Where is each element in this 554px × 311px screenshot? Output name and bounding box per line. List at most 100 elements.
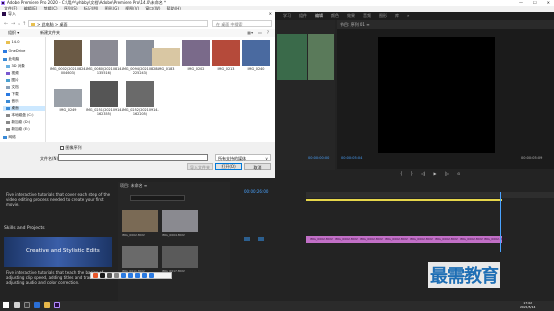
nav-item-network[interactable]: 网络 [3,135,16,140]
forward-arrow-icon[interactable]: → [11,21,15,27]
cancel-button[interactable]: 取消 [244,163,271,170]
play-icon[interactable]: ▶ [434,171,437,177]
task-view-icon[interactable] [24,302,30,308]
clip-label[interactable]: IMG_0002.MOV [435,237,458,241]
project-item-thumb[interactable] [162,210,198,232]
nav-item-label: 本地磁盘 (C:) [11,113,34,117]
windows-start-icon[interactable] [3,302,9,308]
playhead[interactable] [500,192,501,252]
clip-label[interactable]: IMG_0002.MOV [460,237,483,241]
file-item[interactable]: IMG_0251(20210914-162355) [86,81,123,116]
nav-item-3d-objects[interactable]: 3D 对象 [6,64,25,69]
image-sequence-checkbox[interactable]: 图像序列 [60,145,82,151]
skin-icon[interactable] [135,273,140,278]
search-input[interactable]: 在 桌面 中搜索 [212,20,272,27]
filename-field[interactable] [58,154,208,161]
sogou-icon[interactable] [93,273,98,278]
mark-out-icon[interactable]: } [411,171,414,177]
toolbox-icon[interactable] [142,273,147,278]
import-folder-button[interactable]: 导入文件夹 [187,163,213,170]
clip-label[interactable]: IMG_0002.MOV [484,237,507,241]
timeline-timecode[interactable]: 00:00:26:00 [244,189,268,194]
workspace-more[interactable]: » [407,12,409,20]
filetype-select[interactable]: 所有支持的媒体 ∨ [215,154,271,161]
workspace-learn[interactable]: 学习 [283,12,291,20]
skills-card-title: Creative and Stylistic Edits [26,248,100,254]
organize-button[interactable]: 组织 ▾ [8,29,19,37]
system-clock[interactable]: 17:02 2021/5/14 [520,301,535,309]
file-item[interactable]: IMG_0240 [238,40,274,71]
project-item-thumb[interactable] [122,246,158,268]
open-button[interactable]: 打开(O) [215,163,242,170]
workspace-effects[interactable]: 效果 [347,12,355,20]
track-target-v1[interactable] [244,237,250,241]
workspace-assembly[interactable]: 组件 [299,12,307,20]
workspace-editing[interactable]: 编辑 [315,12,323,20]
nav-item-pictures[interactable]: 图片 [6,78,19,83]
clip-label[interactable]: IMG_0002.MOV [335,237,358,241]
search-icon[interactable] [14,302,20,308]
file-explorer-icon[interactable] [44,302,50,308]
workspace-libraries[interactable]: 库 [395,12,399,20]
chevron-down-icon[interactable]: ∨ [18,22,20,26]
keyboard-icon[interactable] [128,273,133,278]
help-icon[interactable]: ? [267,29,269,37]
file-item[interactable]: IMG_0002(20210824-004603) [50,40,87,75]
workspace-audio[interactable]: 音频 [363,12,371,20]
premiere-taskbar-icon[interactable] [54,302,60,308]
file-item[interactable]: IMG_0252(20210914-162205) [122,81,159,116]
project-tab[interactable]: 项目: 未命名 ≡ [120,183,147,189]
back-arrow-icon[interactable]: ← [4,21,8,27]
nav-item-downloads[interactable]: 下载 [6,92,19,97]
track-sync-v1[interactable] [258,237,264,241]
emoji-icon[interactable] [114,273,119,278]
punctuation-icon[interactable] [107,273,112,278]
source-preview [277,34,307,80]
program-monitor-header[interactable]: 节目: 序列 01 ≡ [337,20,554,29]
nav-item-drive-e[interactable]: 新加卷 (E:) [6,127,30,132]
edge-icon[interactable] [34,302,40,308]
nav-item-label: 下载 [11,92,19,96]
file-item[interactable]: IMG_0080(20210814-135516) [86,40,123,75]
project-search-input[interactable] [130,195,185,201]
address-path[interactable]: > 此电脑 > 桌面 [28,20,208,27]
chinese-mode-icon[interactable] [100,273,105,278]
view-options-icon[interactable]: ▦▾ [247,29,253,37]
program-timecode[interactable]: 00:00:05:04 [341,156,362,160]
project-item-thumb[interactable] [122,210,158,232]
nav-item-this-pc[interactable]: 此电脑 [3,57,19,62]
work-area-bar[interactable] [306,199,502,201]
clip-label[interactable]: IMG_0002.MOV [360,237,383,241]
filename-label: 文件名(N): [40,156,60,161]
workspace-color[interactable]: 颜色 [331,12,339,20]
clip-label[interactable]: IMG_0002.MOV [410,237,433,241]
new-folder-button[interactable]: 新建文件夹 [40,29,60,37]
camera-icon[interactable]: ⊙ [457,171,460,177]
file-thumbnail [212,40,240,66]
up-arrow-icon[interactable]: ↑ [22,21,26,27]
premiere-logo-icon [1,1,5,5]
nav-item-documents[interactable]: 文档 [6,85,19,90]
nav-item-drive-c[interactable]: 本地磁盘 (C:) [6,113,34,118]
nav-item-videos[interactable]: 视频 [6,71,19,76]
project-item-thumb[interactable] [162,246,198,268]
mic-icon[interactable] [121,273,126,278]
timeline-ruler[interactable] [306,192,554,198]
grid-icon[interactable] [149,273,154,278]
clip-label[interactable]: IMG_0002.MOV [310,237,333,241]
preview-pane-icon[interactable]: ▭ [258,29,262,37]
file-item[interactable]: IMG_0249 [50,81,86,112]
nav-item-drive-d[interactable]: 新加卷 (D:) [6,120,30,125]
step-back-icon[interactable]: ◁| [421,171,425,177]
close-icon[interactable]: ✕ [269,10,272,17]
nav-item-onedrive[interactable]: OneDrive [3,49,25,53]
nav-item-14[interactable]: 14.0 [6,40,20,44]
clip-label[interactable]: IMG_0002.MOV [385,237,408,241]
download-icon [6,93,10,96]
step-forward-icon[interactable]: |▷ [445,171,449,177]
nav-item-music[interactable]: 音乐 [6,99,19,104]
nav-item-desktop[interactable]: 桌面 [3,106,45,111]
mark-in-icon[interactable]: { [400,171,403,177]
workspace-graphics[interactable]: 图形 [379,12,387,20]
checkbox-icon[interactable] [60,146,64,150]
